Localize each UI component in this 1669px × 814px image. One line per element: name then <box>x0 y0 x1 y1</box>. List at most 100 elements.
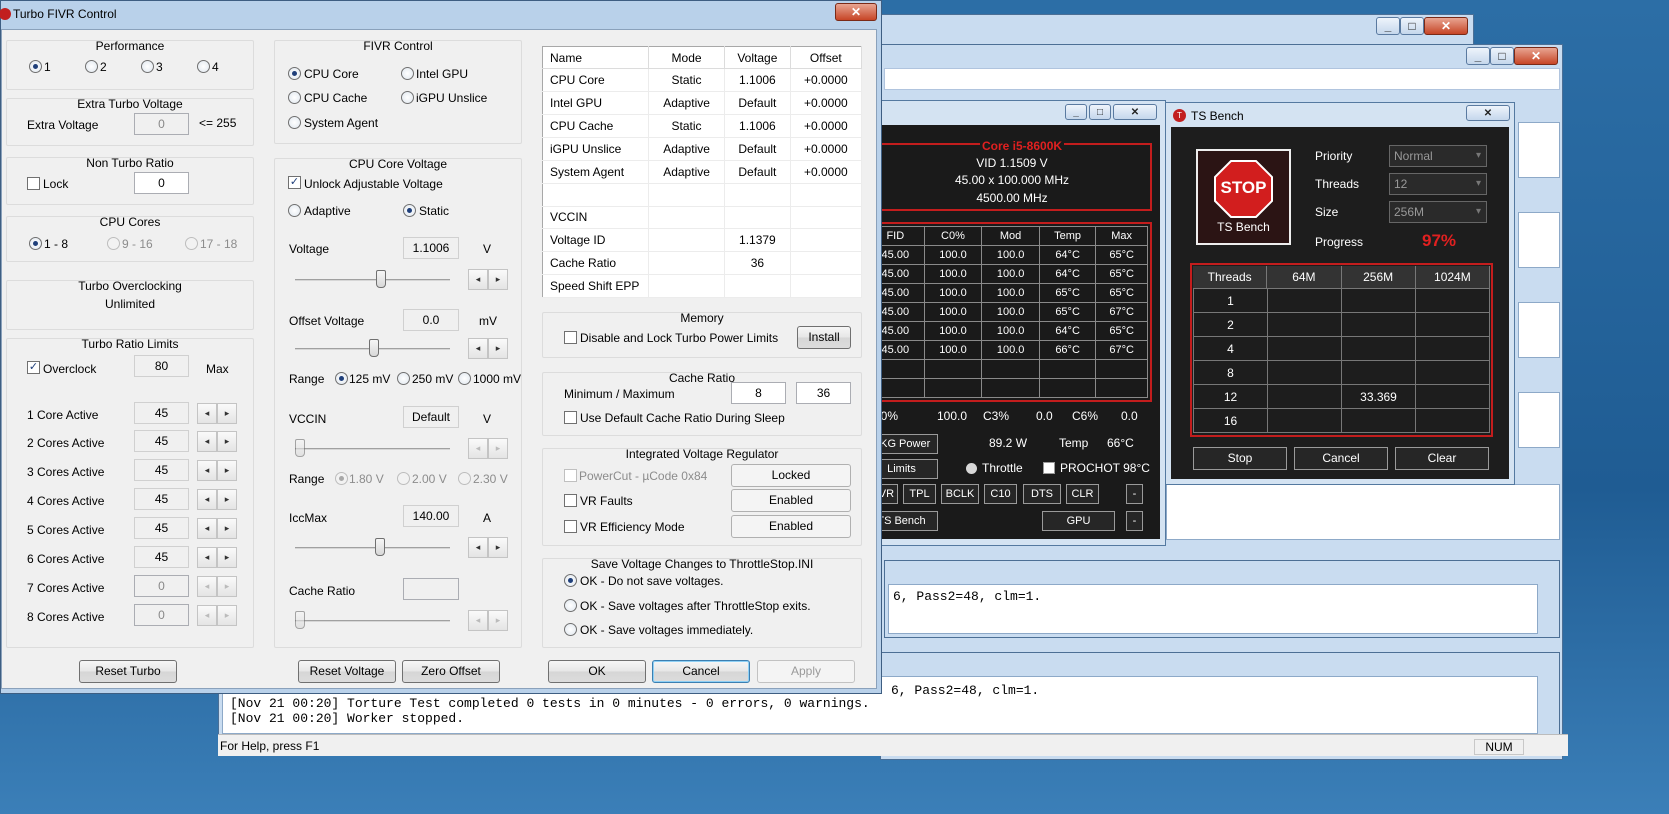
iccmax-slider-thumb[interactable] <box>375 538 385 556</box>
ts-minimize-button[interactable]: _ <box>1065 104 1087 120</box>
range-radio-250[interactable] <box>397 372 410 385</box>
ts-close-button[interactable]: ✕ <box>1113 104 1157 120</box>
cores-radio-9-16[interactable] <box>107 237 120 250</box>
bench-cancel-button[interactable]: Cancel <box>1294 447 1388 470</box>
core-active-spinner[interactable]: ◂ ▸ <box>197 460 237 481</box>
offset-input[interactable]: 0.0 <box>403 309 459 331</box>
non-turbo-input[interactable]: 0 <box>134 172 189 194</box>
table-row[interactable]: iGPU Unslice Adaptive Default +0.0000 <box>542 137 863 161</box>
perf-radio-4[interactable] <box>197 60 210 73</box>
table-row[interactable]: System Agent Adaptive Default +0.0000 <box>542 160 863 184</box>
bench-close-button[interactable]: ✕ <box>1466 105 1510 121</box>
extra-voltage-input[interactable]: 0 <box>134 113 189 135</box>
prime-maximize-button[interactable]: □ <box>1490 47 1514 65</box>
save-radio-immediately[interactable] <box>564 623 577 636</box>
table-row[interactable]: VCCIN <box>542 206 863 230</box>
perf-radio-2[interactable] <box>85 60 98 73</box>
core-active-spinner[interactable]: ◂ ▸ <box>197 431 237 452</box>
fivr-radio-igpu-unslice[interactable] <box>401 91 414 104</box>
core-active-input[interactable]: 45 <box>134 546 189 568</box>
vccin-slider-thumb[interactable] <box>295 439 305 457</box>
fivr-close-button[interactable]: ✕ <box>835 3 877 21</box>
vr-faults-status[interactable]: Enabled <box>731 489 851 512</box>
zero-offset-button[interactable]: Zero Offset <box>402 660 500 683</box>
ts-bclk-button[interactable]: BCLK <box>941 484 979 504</box>
cores-radio-17-18[interactable] <box>185 237 198 250</box>
fivr-radio-cpu-cache[interactable] <box>288 91 301 104</box>
fivr-radio-cpu-core[interactable] <box>288 67 301 80</box>
reset-voltage-button[interactable]: Reset Voltage <box>298 660 396 683</box>
core-active-input[interactable]: 45 <box>134 488 189 510</box>
cache-min-input[interactable]: 8 <box>731 382 786 404</box>
prime-close-button[interactable]: ✕ <box>1514 47 1558 65</box>
cache-ratio-spinner[interactable]: ◂ ▸ <box>468 610 508 631</box>
vccin-range-radio-180[interactable] <box>335 472 348 485</box>
bench-stop-button[interactable]: Stop <box>1193 447 1287 470</box>
core-active-input[interactable]: 45 <box>134 430 189 452</box>
vccin-input[interactable]: Default <box>403 406 459 428</box>
overclock-checkbox[interactable]: ✓ <box>27 361 40 374</box>
minus-button-2[interactable]: - <box>1126 511 1143 531</box>
save-radio-exit[interactable] <box>564 599 577 612</box>
vccin-spinner[interactable]: ◂ ▸ <box>468 438 508 459</box>
size-select[interactable]: 256M <box>1389 201 1487 223</box>
ok-button[interactable]: OK <box>548 660 646 683</box>
cancel-button[interactable]: Cancel <box>652 660 750 683</box>
powercut-status[interactable]: Locked <box>731 464 851 487</box>
range-radio-125[interactable] <box>335 372 348 385</box>
core-active-spinner[interactable]: ◂ ▸ <box>197 547 237 568</box>
core-active-spinner[interactable]: ◂ ▸ <box>197 403 237 424</box>
iccmax-spinner[interactable]: ◂ ▸ <box>468 537 508 558</box>
fivr-radio-intel-gpu[interactable] <box>401 67 414 80</box>
core-active-input[interactable]: 45 <box>134 459 189 481</box>
perf-radio-1[interactable] <box>29 60 42 73</box>
apply-button[interactable]: Apply <box>757 660 855 683</box>
vccin-range-radio-230[interactable] <box>458 472 471 485</box>
iccmax-input[interactable]: 140.00 <box>403 505 459 527</box>
ts-dts-button[interactable]: DTS <box>1023 484 1061 504</box>
priority-select[interactable]: Normal <box>1389 145 1487 167</box>
unlock-voltage-checkbox[interactable]: ✓ <box>288 176 301 189</box>
core-active-spinner[interactable]: ◂ ▸ <box>197 489 237 510</box>
gpu-button[interactable]: GPU <box>1042 511 1115 531</box>
disable-lock-checkbox[interactable] <box>564 331 577 344</box>
table-row[interactable]: Cache Ratio 36 <box>542 251 863 276</box>
vr-efficiency-status[interactable]: Enabled <box>731 515 851 538</box>
prochot-checkbox[interactable] <box>1043 462 1055 474</box>
core-active-input[interactable]: 45 <box>134 402 189 424</box>
voltage-spinner[interactable]: ◂ ▸ <box>468 269 508 290</box>
overclock-input[interactable]: 80 <box>134 355 189 377</box>
install-button[interactable]: Install <box>797 326 851 349</box>
cache-ratio-slider-thumb[interactable] <box>295 611 305 629</box>
range-radio-1000[interactable] <box>458 372 471 385</box>
offset-slider-thumb[interactable] <box>369 339 379 357</box>
ts-c10-button[interactable]: C10 <box>984 484 1017 504</box>
ts-clr-button[interactable]: CLR <box>1066 484 1099 504</box>
core-active-spinner[interactable]: ◂ ▸ <box>197 576 237 597</box>
table-row[interactable]: Voltage ID 1.1379 <box>542 228 863 253</box>
table-row[interactable]: Speed Shift EPP <box>542 274 863 298</box>
save-radio-none[interactable] <box>564 574 577 587</box>
reset-turbo-button[interactable]: Reset Turbo <box>79 660 177 683</box>
bg1-close-button[interactable]: ✕ <box>1424 17 1468 35</box>
table-row[interactable]: CPU Core Static 1.1006 +0.0000 <box>542 68 863 93</box>
voltage-slider-thumb[interactable] <box>376 270 386 288</box>
cache-ratio-slider-input[interactable] <box>403 578 459 600</box>
table-row[interactable]: CPU Cache Static 1.1006 +0.0000 <box>542 114 863 138</box>
vccin-range-radio-200[interactable] <box>397 472 410 485</box>
cores-radio-1-8[interactable] <box>29 237 42 250</box>
core-active-input[interactable]: 0 <box>134 604 189 626</box>
adaptive-radio[interactable] <box>288 204 301 217</box>
core-active-input[interactable]: 45 <box>134 517 189 539</box>
static-radio[interactable] <box>403 204 416 217</box>
vr-efficiency-checkbox[interactable] <box>564 520 577 533</box>
table-row[interactable]: Intel GPU Adaptive Default +0.0000 <box>542 91 863 116</box>
offset-spinner[interactable]: ◂ ▸ <box>468 338 508 359</box>
perf-radio-3[interactable] <box>141 60 154 73</box>
voltage-input[interactable]: 1.1006 <box>403 237 459 259</box>
powercut-checkbox[interactable] <box>564 469 577 482</box>
threads-select[interactable]: 12 <box>1389 173 1487 195</box>
bench-clear-button[interactable]: Clear <box>1395 447 1489 470</box>
ts-maximize-button[interactable]: □ <box>1089 104 1111 120</box>
bg1-minimize-button[interactable]: _ <box>1376 17 1400 35</box>
